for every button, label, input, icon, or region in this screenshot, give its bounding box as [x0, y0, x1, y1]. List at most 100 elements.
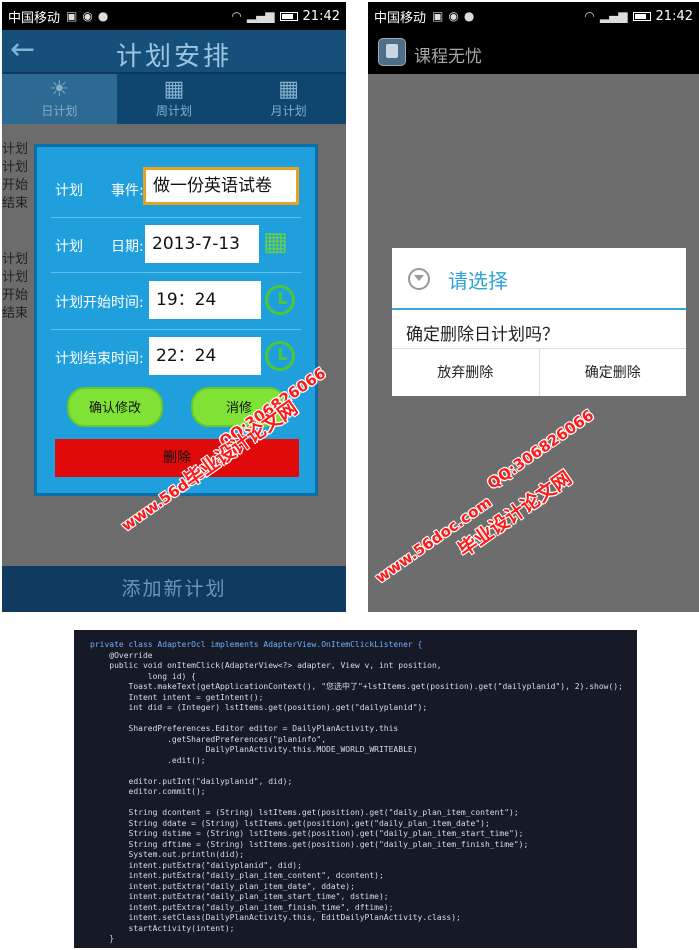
wifi-icon: ◠: [231, 9, 242, 23]
date-input[interactable]: 2013-7-13: [145, 225, 259, 263]
tab-label: 月计划: [270, 104, 307, 118]
tab-label: 日计划: [41, 104, 78, 118]
code-line: editor.putInt("dailyplanid", did);: [90, 776, 293, 786]
event-label: 事件:: [111, 183, 144, 199]
wifi-icon: ◠: [584, 9, 595, 23]
calendar-icon: ▦: [278, 77, 300, 102]
calendar-icon: ▦: [163, 77, 185, 102]
page-title: 计划安排: [115, 42, 232, 72]
divider: [51, 329, 301, 330]
list-item-text: 计划: [2, 252, 29, 267]
app-action-bar: 课程无忧: [368, 30, 699, 74]
code-line: long id) {: [90, 671, 196, 681]
app-icon: [378, 38, 406, 66]
list-item-text: 结束: [2, 196, 29, 211]
image-notification-icon: ▣: [66, 9, 78, 23]
list-item-text: 开始: [2, 178, 29, 193]
code-screenshot: private class AdapterOcl implements Adap…: [74, 630, 637, 948]
dropdown-circle-icon: [408, 268, 430, 290]
cancel-delete-button[interactable]: 放弃删除: [392, 349, 539, 396]
status-bar: 中国移动 ▣ ◉ ● ◠ ▂▄▆ 21:42: [2, 2, 346, 30]
start-time-row: 计划开始时间: 19：24: [37, 277, 315, 325]
tab-monthly-plan[interactable]: ▦ 月计划: [231, 74, 346, 124]
event-row: 计划 事件: 做一份英语试卷: [37, 165, 315, 213]
code-line: @Override: [90, 650, 153, 660]
image-notification-icon: ▣: [432, 9, 444, 23]
code-line: String dstime = (String) lstItems.get(po…: [90, 829, 524, 838]
end-time-input[interactable]: 22：24: [149, 337, 261, 375]
code-line: private class AdapterOcl implements Adap…: [90, 640, 423, 649]
clock-time: 21:42: [655, 8, 693, 24]
list-item-text: 计划: [2, 160, 29, 175]
start-time-label: 计划开始时间:: [55, 295, 144, 311]
dialog-message: 确定删除日计划吗？: [406, 325, 559, 345]
sun-icon: ☀: [49, 77, 70, 102]
confirm-edit-button[interactable]: 确认修改: [67, 387, 163, 427]
code-line: Intent intent = getIntent();: [90, 692, 264, 702]
code-line: intent.setClass(DailyPlanActivity.this, …: [90, 913, 461, 922]
list-item-text: 计划: [2, 142, 29, 157]
app-title: 课程无忧: [414, 47, 482, 67]
end-time-label: 计划结束时间:: [55, 351, 144, 367]
left-phone-screen: 中国移动 ▣ ◉ ● ◠ ▂▄▆ 21:42 ← 计划安排 ☀ 日计划 ▦ 周计…: [2, 2, 346, 612]
delete-plan-button[interactable]: 删除: [55, 439, 299, 477]
chat-notification-icon: ●: [97, 9, 109, 23]
dialog-header: 请选择: [392, 248, 686, 310]
signal-icon: ▂▄▆: [246, 9, 275, 23]
divider: [51, 217, 301, 218]
confirm-delete-dialog: 请选择 确定删除日计划吗？ 放弃删除 确定删除: [392, 248, 686, 396]
code-line: intent.putExtra("daily_plan_item_date", …: [90, 881, 355, 891]
confirm-delete-button[interactable]: 确定删除: [538, 349, 687, 396]
add-new-plan-button[interactable]: 添加新计划: [2, 566, 346, 612]
list-item-text: 结束: [2, 306, 29, 321]
dialog-title: 请选择: [448, 269, 508, 293]
tab-weekly-plan[interactable]: ▦ 周计划: [116, 74, 232, 124]
clock-icon[interactable]: [265, 341, 295, 371]
chat-notification-icon: ●: [463, 9, 475, 23]
code-line: Toast.makeText(getApplicationContext(), …: [90, 682, 623, 691]
start-time-input[interactable]: 19：24: [149, 281, 261, 319]
divider: [51, 272, 301, 273]
code-line: SharedPreferences.Editor editor = DailyP…: [90, 724, 399, 733]
right-phone-screen: 中国移动 ▣ ◉ ● ◠ ▂▄▆ 21:42 课程无忧 请选择 确定删除日计划吗…: [368, 2, 699, 612]
code-line: .getSharedPreferences("planinfo",: [90, 734, 327, 744]
app-header: ← 计划安排: [2, 30, 346, 74]
code-line: public void onItemClick(AdapterView<?> a…: [90, 661, 442, 670]
code-line: System.out.println(did);: [90, 850, 245, 859]
code-line: String dcontent = (String) lstItems.get(…: [90, 808, 519, 817]
edit-plan-dialog: 计划 事件: 做一份英语试卷 计划 日期: 2013-7-13 ▦ 计划开始时间…: [34, 144, 318, 496]
calendar-icon[interactable]: ▦: [263, 227, 288, 257]
status-bar: 中国移动 ▣ ◉ ● ◠ ▂▄▆ 21:42: [368, 2, 699, 30]
tab-daily-plan[interactable]: ☀ 日计划: [2, 74, 117, 124]
date-label: 日期:: [111, 239, 144, 255]
end-time-row: 计划结束时间: 22：24: [37, 333, 315, 381]
code-line: int did = (Integer) lstItems.get(positio…: [90, 703, 428, 712]
code-line: startActivity(intent);: [90, 923, 235, 933]
dialog-buttons: 放弃删除 确定删除: [392, 348, 686, 396]
app-notification-icon: ◉: [82, 9, 93, 23]
code-line: editor.commit();: [90, 787, 206, 796]
list-item-text: 开始: [2, 288, 29, 303]
code-line: .edit();: [90, 755, 206, 765]
clock-time: 21:42: [302, 8, 340, 24]
event-input[interactable]: 做一份英语试卷: [143, 167, 299, 205]
code-line: DailyPlanActivity.this.MODE_WORLD_WRITEA…: [90, 745, 418, 754]
signal-icon: ▂▄▆: [599, 9, 628, 23]
code-line: intent.putExtra("daily_plan_item_content…: [90, 871, 384, 880]
carrier-label: 中国移动: [374, 10, 427, 26]
app-notification-icon: ◉: [448, 9, 459, 23]
clock-icon[interactable]: [265, 285, 295, 315]
code-line: intent.putExtra("daily_plan_item_start_t…: [90, 892, 389, 901]
date-row: 计划 日期: 2013-7-13 ▦: [37, 221, 315, 269]
code-line: String dftime = (String) lstItems.get(po…: [90, 839, 529, 849]
code-line: intent.putExtra("daily_plan_item_finish_…: [90, 902, 394, 912]
list-item-text: 计划: [2, 270, 29, 285]
event-label-prefix: 计划: [55, 183, 83, 199]
code-line: intent.putExtra("dailyplanid", did);: [90, 860, 302, 870]
battery-icon: [279, 11, 298, 21]
battery-icon: [632, 11, 651, 21]
code-line: }: [90, 934, 115, 943]
